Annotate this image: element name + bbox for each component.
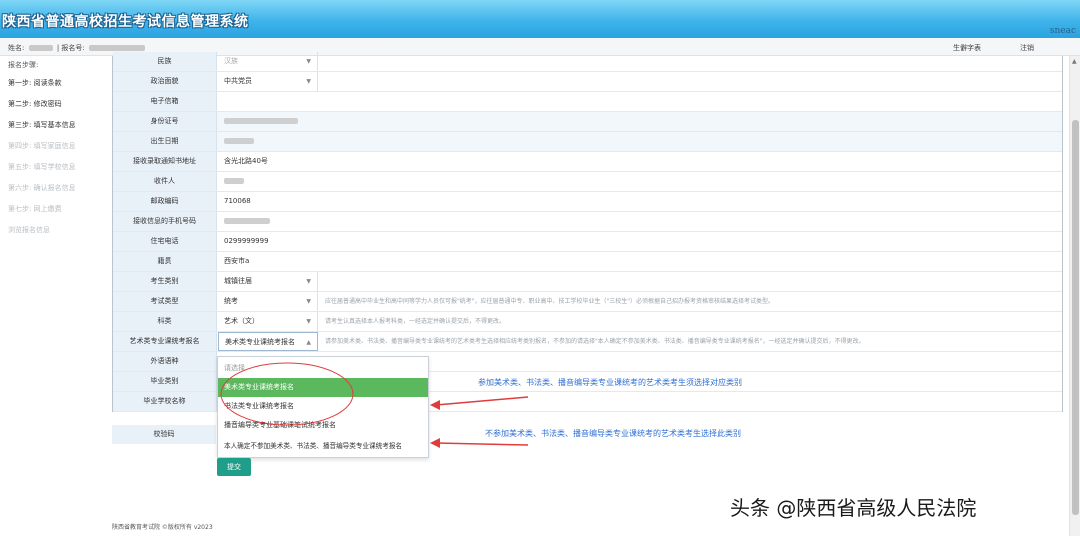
page-scrollbar[interactable]: ▲ (1069, 56, 1080, 536)
annotation-overlay (220, 362, 529, 448)
highlight-ellipse (220, 362, 354, 426)
scrollbar-thumb[interactable] (1072, 120, 1079, 515)
scroll-up-icon[interactable]: ▲ (1072, 58, 1077, 65)
arrow-line-bottom (435, 442, 529, 446)
arrow-line-top (435, 396, 529, 406)
arrow-head-top (430, 400, 440, 410)
page-footer: 陕西省教育考试院 ©版权所有 v2023 (112, 524, 213, 531)
arrow-head-bottom (430, 438, 440, 448)
watermark: 头条 @陕西省高级人民法院 (730, 496, 977, 520)
annotation-not-participate: 不参加美术类、书法类、播音编导类专业课统考的艺术类考生选择此类别 (485, 429, 741, 438)
annotation-participate: 参加美术类、书法类、播音编导类专业课统考的艺术类考生须选择对应类别 (478, 378, 742, 387)
